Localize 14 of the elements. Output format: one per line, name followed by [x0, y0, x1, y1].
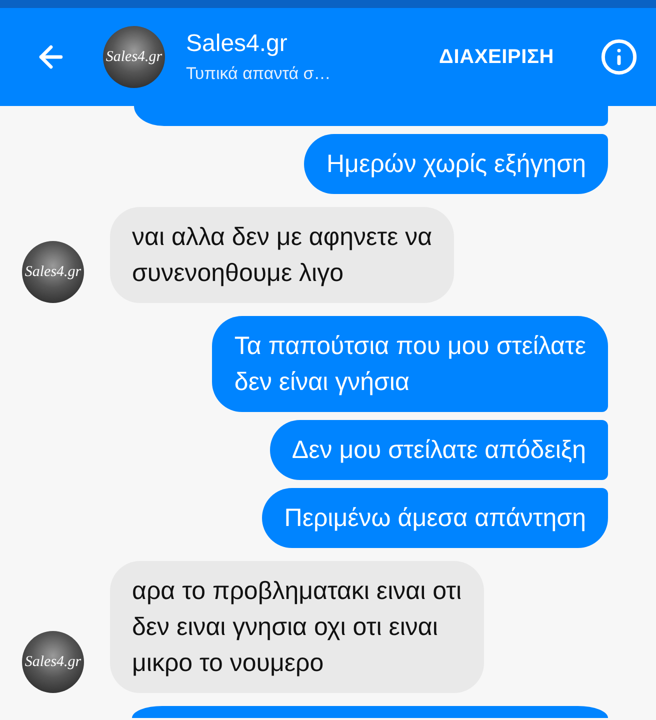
- manage-button[interactable]: ΔΙΑΧΕΙΡΙΣΗ: [439, 42, 554, 72]
- message-bubble: αρα το προβληματακι ειναι οτι δεν ειναι γνησια οχι οτι ειναι μικρο το νουμερο: [110, 561, 484, 693]
- message-bubble: Περιμένω άμεσα απάντηση: [262, 488, 608, 548]
- message-bubble: Δεν μου στείλατε απόδειξη: [270, 420, 608, 480]
- chat-subtitle: Τυπικά απαντά σ…: [186, 63, 331, 85]
- info-button[interactable]: [600, 38, 638, 76]
- message-bubble: Ημερών χωρίς εξήγηση: [304, 134, 608, 194]
- message-bubble: ναι αλλα δεν με αφηνετε να συνενοηθουμε λιγο: [110, 207, 454, 303]
- message-bubble: Τα παπούτσια που μου στείλατε δεν είναι γνήσια: [212, 316, 608, 412]
- info-icon: [600, 38, 638, 76]
- brand-logo: Sales4.gr: [22, 631, 84, 693]
- chat-title: Sales4.gr: [186, 29, 288, 59]
- brand-logo[interactable]: Sales4.gr: [103, 26, 165, 88]
- brand-logo: Sales4.gr: [22, 241, 84, 303]
